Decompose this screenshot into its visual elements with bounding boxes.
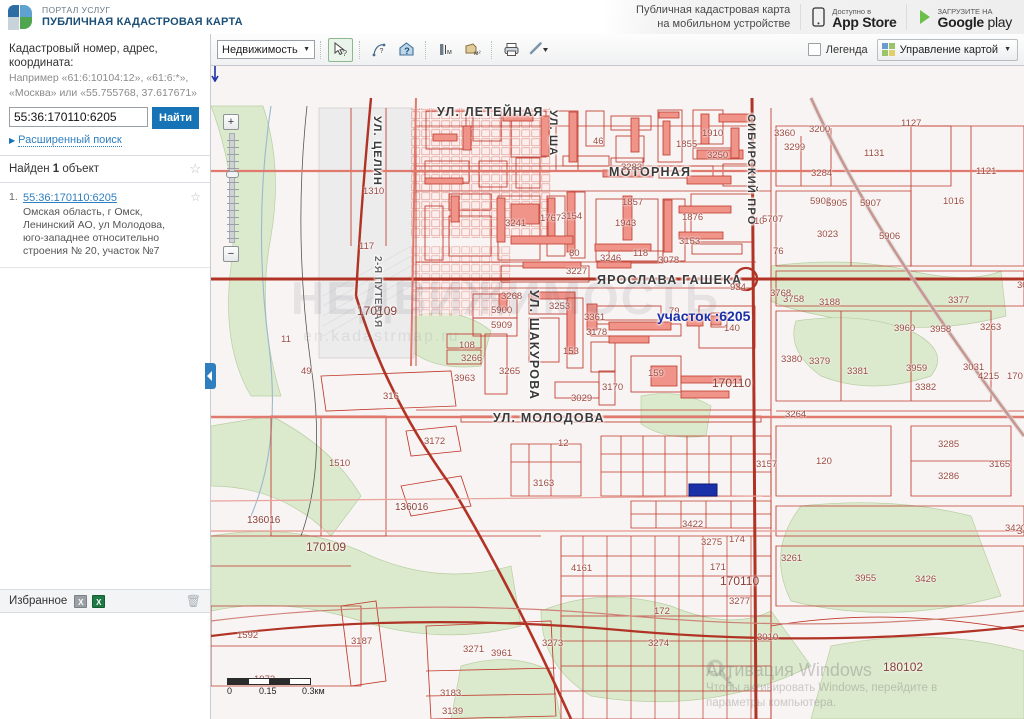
found-suffix: объект <box>59 163 99 175</box>
result-cadastral-link[interactable]: 55:36:170110:6205 <box>23 192 117 204</box>
result-index: 1. <box>9 191 18 203</box>
scale-label-mid: 0.15 <box>259 686 277 696</box>
map-control-dropdown[interactable]: Управление картой ▼ <box>876 38 1018 61</box>
map-control-label: Управление картой <box>899 43 999 56</box>
legend-checkbox[interactable]: Легенда <box>807 43 868 56</box>
selected-parcel-highlight[interactable] <box>688 483 718 497</box>
toolbar-separator <box>491 40 493 59</box>
toolbar-separator <box>425 40 427 59</box>
list-item[interactable]: 1. 55:36:170110:6205 Омская область, г О… <box>0 183 210 268</box>
info-cursor-tool-button[interactable]: ? <box>328 37 353 62</box>
chevron-right-icon: ▶ <box>9 136 16 145</box>
selected-parcel-label[interactable]: участок :6205 <box>657 308 750 324</box>
map-vector-layer <box>211 66 1024 719</box>
legend-checkbox-box[interactable] <box>807 43 821 56</box>
sidebar-collapse-handle[interactable] <box>205 363 216 389</box>
mobile-slogan: Публичная кадастровая карта на мобильном… <box>636 4 802 30</box>
cursor-question-icon: ? <box>334 41 348 58</box>
chevron-down-icon: ▼ <box>1004 46 1011 53</box>
legend-label: Легенда <box>825 43 868 56</box>
object-info-tool-button[interactable]: ? <box>394 38 419 62</box>
import-excel-icon[interactable]: X <box>74 594 88 608</box>
result-body: 55:36:170110:6205 Омская область, г Омск… <box>23 190 186 258</box>
sidebar-empty-area <box>0 613 210 719</box>
search-label: Кадастровый номер, адрес, координата: <box>9 43 158 69</box>
google-play-big: Google play <box>937 14 1013 30</box>
search-hint-line2: «Москва» или «55.755768, 37.617671» <box>9 87 198 99</box>
apple-phone-icon <box>812 7 825 27</box>
scale-label-max: 0.3км <box>302 686 325 696</box>
zoom-out-button[interactable]: − <box>223 246 239 262</box>
search-hint-line1: Например «61:6:10104:12», «61:6:*», <box>9 72 189 84</box>
length-measure-icon: м <box>440 44 452 56</box>
toolbar-separator <box>320 40 322 59</box>
advanced-search-row[interactable]: ▶ Расширенный поиск <box>9 134 201 147</box>
brand-line-2: ПУБЛИЧНАЯ КАДАСТРОВАЯ КАРТА <box>42 16 243 28</box>
zoom-control: + − <box>223 114 241 262</box>
mobile-slogan-line2: на мобильном устройстве <box>657 18 791 30</box>
mobile-slogan-line1: Публичная кадастровая карта <box>636 4 791 16</box>
mobile-apps-block: Публичная кадастровая карта на мобильном… <box>604 0 1024 34</box>
selected-parcel-pin-icon <box>211 66 219 82</box>
google-play-badge[interactable]: ЗАГРУЗИТЕ НА Google play <box>907 4 1024 30</box>
results-count-text: Найден 1 объект <box>9 163 99 175</box>
favorites-bar: Избранное X X 🗑 <box>0 589 210 613</box>
scale-bar-labels: 0 0.15 0.3км <box>227 685 337 697</box>
scale-bar: 0 0.15 0.3км <box>227 678 337 697</box>
house-question-icon: ? <box>399 42 414 56</box>
object-type-value: Недвижимость <box>222 43 298 56</box>
chevron-down-icon: ▼ <box>303 46 310 53</box>
measure-area-tool-button[interactable]: м² <box>460 38 485 62</box>
search-panel: Кадастровый номер, адрес, координата: На… <box>0 34 210 156</box>
measure-distance-tool-button[interactable]: ? <box>367 38 392 62</box>
brand-line-1: ПОРТАЛ УСЛУГ <box>42 5 111 15</box>
google-play-text: ЗАГРУЗИТЕ НА Google play <box>937 7 1013 30</box>
public-cadastral-map-app: ПОРТАЛ УСЛУГ ПУБЛИЧНАЯ КАДАСТРОВАЯ КАРТА… <box>0 0 1024 719</box>
printer-icon <box>504 43 519 56</box>
add-to-favorites-icon[interactable]: ☆ <box>190 190 201 258</box>
page-header: ПОРТАЛ УСЛУГ ПУБЛИЧНАЯ КАДАСТРОВАЯ КАРТА… <box>0 0 1024 34</box>
permalink-tool-button[interactable] <box>526 38 551 62</box>
curve-measure-icon: ? <box>372 43 386 57</box>
brand-block[interactable]: ПОРТАЛ УСЛУГ ПУБЛИЧНАЯ КАДАСТРОВАЯ КАРТА <box>8 3 243 31</box>
results-count-bar: Найден 1 объект ☆ <box>0 156 210 183</box>
map-area: Недвижимость ▼ ? ? ? м м² Легенда Управл… <box>211 34 1024 719</box>
export-excel-icon[interactable]: X <box>92 594 106 608</box>
found-prefix: Найден <box>9 163 53 175</box>
app-store-big: App Store <box>832 14 897 30</box>
search-submit-button[interactable]: Найти <box>152 107 199 129</box>
svg-text:?: ? <box>343 49 348 58</box>
svg-text:м²: м² <box>474 50 481 57</box>
toolbar-right-group: Легенда Управление картой ▼ <box>807 38 1018 61</box>
search-input[interactable] <box>9 107 148 127</box>
left-sidebar: Кадастровый номер, адрес, координата: На… <box>0 34 211 719</box>
map-canvas[interactable]: УЛ. ЛЕТЕЙНАЯ МОТОРНАЯ ЯРОСЛАВА ГАШЕКА УЛ… <box>211 66 1024 719</box>
rosreestr-logo-icon <box>8 3 34 31</box>
search-row: Найти <box>9 107 201 129</box>
advanced-search-link[interactable]: Расширенный поиск <box>18 134 122 147</box>
google-play-triangle-icon <box>919 10 930 24</box>
svg-text:?: ? <box>380 48 384 55</box>
scale-label-0: 0 <box>227 686 233 696</box>
measure-length-tool-button[interactable]: м <box>433 38 458 62</box>
area-measure-icon: м² <box>465 43 481 57</box>
layers-grid-icon <box>881 43 895 56</box>
link-icon <box>529 42 548 55</box>
app-store-text: Доступно в App Store <box>832 7 897 30</box>
scale-bar-track <box>227 678 311 685</box>
object-type-select[interactable]: Недвижимость ▼ <box>217 40 315 59</box>
add-all-to-favorites-icon[interactable]: ☆ <box>189 161 201 177</box>
favorites-label: Избранное <box>9 595 68 607</box>
toolbar-separator <box>359 40 361 59</box>
svg-text:м: м <box>447 49 452 56</box>
result-address: Омская область, г Омск, Ленинский АО, ул… <box>23 206 166 257</box>
print-tool-button[interactable] <box>499 38 524 62</box>
clear-favorites-icon[interactable]: 🗑 <box>186 594 201 608</box>
svg-text:?: ? <box>404 46 410 56</box>
zoom-slider-track[interactable] <box>226 133 239 243</box>
app-store-badge[interactable]: Доступно в App Store <box>801 4 907 30</box>
zoom-in-button[interactable]: + <box>223 114 239 130</box>
map-toolbar: Недвижимость ▼ ? ? ? м м² Легенда Управл… <box>211 34 1024 66</box>
zoom-slider-thumb[interactable] <box>226 171 239 178</box>
